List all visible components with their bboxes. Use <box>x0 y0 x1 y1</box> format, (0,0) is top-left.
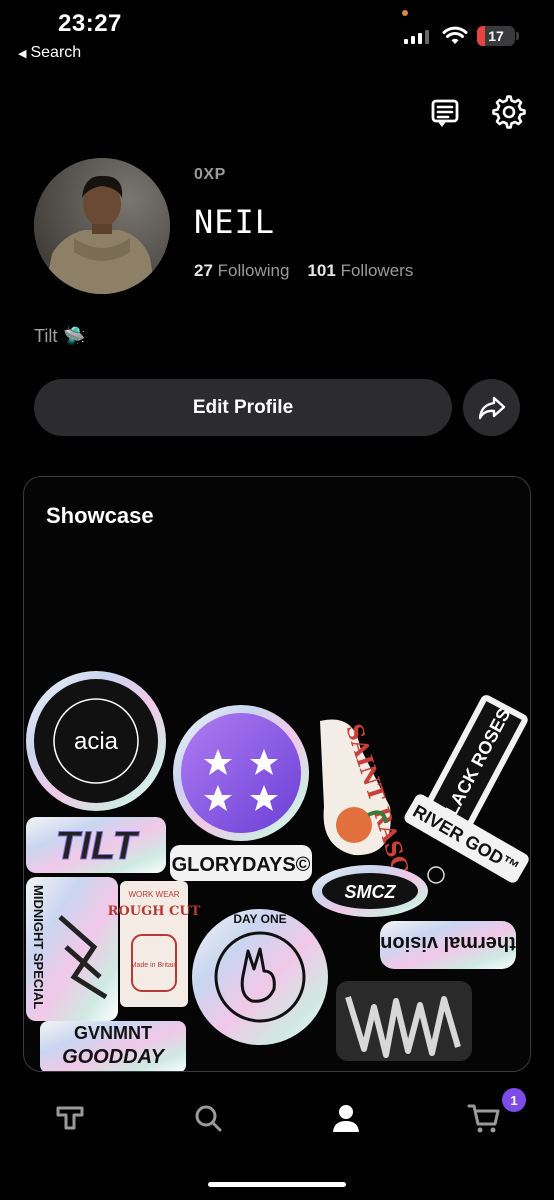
home-indicator <box>208 1182 346 1187</box>
back-to-search-link[interactable]: ◀ Search <box>18 44 81 62</box>
cart-icon <box>467 1104 500 1133</box>
back-label: Search <box>30 44 82 61</box>
username: NEIL <box>194 203 276 241</box>
gear-icon[interactable] <box>491 94 527 130</box>
cellular-signal-icon <box>404 28 429 44</box>
share-button[interactable] <box>463 379 520 436</box>
sticker-collage: acia GLORYDAYS© TILT SAINT RASCAL BLACK … <box>26 671 529 1072</box>
glorydays-text: GLORYDAYS© <box>172 854 311 876</box>
gvnmnt-text: GVNMNT <box>74 1023 152 1043</box>
receipt-icon[interactable] <box>427 94 463 130</box>
wifi-icon <box>442 26 468 51</box>
rough-cut-made: Made in Britain <box>131 962 178 969</box>
day-one-text: DAY ONE <box>233 912 286 926</box>
rough-cut-top: WORK WEAR <box>128 890 179 899</box>
edit-profile-button[interactable]: Edit Profile <box>34 379 452 436</box>
tilt-text: TILT <box>55 824 140 868</box>
following-count: 27 <box>194 261 213 280</box>
ufo-emoji: 🛸 <box>63 326 86 346</box>
goodday-text: GOODDAY <box>62 1046 166 1068</box>
followers-label: Followers <box>340 261 414 280</box>
sticker-rough-cut[interactable]: WORK WEAR ROUGH CUT Made in Britain <box>108 881 201 1007</box>
search-icon <box>195 1105 222 1132</box>
thermal-vision-text: thermal vision <box>380 932 516 954</box>
sticker-gothic-logo[interactable] <box>336 981 472 1061</box>
status-time: 23:27 <box>58 10 122 37</box>
tab-search[interactable] <box>188 1098 228 1138</box>
followers-link[interactable]: 101 Followers <box>307 261 413 281</box>
battery-cap <box>516 32 519 40</box>
sticker-midnight-special[interactable]: MIDNIGHT SPECIAL <box>26 877 118 1021</box>
tab-cart[interactable] <box>464 1098 504 1138</box>
tab-home[interactable] <box>50 1098 90 1138</box>
midnight-special-text: MIDNIGHT SPECIAL <box>31 885 46 1009</box>
sticker-tilt[interactable]: TILT <box>26 817 166 873</box>
cart-badge: 1 <box>502 1088 526 1112</box>
sticker-day-one[interactable]: DAY ONE <box>192 909 328 1045</box>
sticker-thermal-vision[interactable]: thermal vision <box>380 921 516 969</box>
tilt-logo-icon <box>56 1106 84 1130</box>
acia-text: acia <box>74 728 119 755</box>
back-triangle-icon: ◀ <box>18 47 27 60</box>
person-icon <box>333 1105 359 1132</box>
battery-indicator: 17 <box>477 26 515 46</box>
tab-profile[interactable] <box>326 1098 366 1138</box>
following-label: Following <box>217 261 290 280</box>
xp-label: 0XP <box>194 166 226 183</box>
sticker-glorydays[interactable]: GLORYDAYS© <box>170 705 312 881</box>
smcz-text: SMCZ <box>345 882 397 902</box>
followers-count: 101 <box>307 261 336 280</box>
battery-level: 17 <box>488 28 504 44</box>
showcase-panel: Showcase acia GLORYDAYS© TILT SAINT RASC… <box>23 476 531 1072</box>
sticker-smcz[interactable]: SMCZ <box>312 865 445 917</box>
rough-cut-text: ROUGH CUT <box>108 904 201 919</box>
bio-text: Tilt <box>34 326 58 346</box>
bio: Tilt 🛸 <box>34 326 86 347</box>
following-link[interactable]: 27 Following <box>194 261 289 281</box>
share-arrow-icon <box>478 396 505 419</box>
sticker-acia[interactable]: acia <box>26 671 166 811</box>
sticker-gvnmnt-goodday[interactable]: GVNMNT GOODDAY <box>40 1021 186 1072</box>
avatar[interactable] <box>34 158 170 294</box>
follow-stats: 27 Following 101 Followers <box>194 261 413 281</box>
privacy-indicator-dot <box>402 10 408 16</box>
